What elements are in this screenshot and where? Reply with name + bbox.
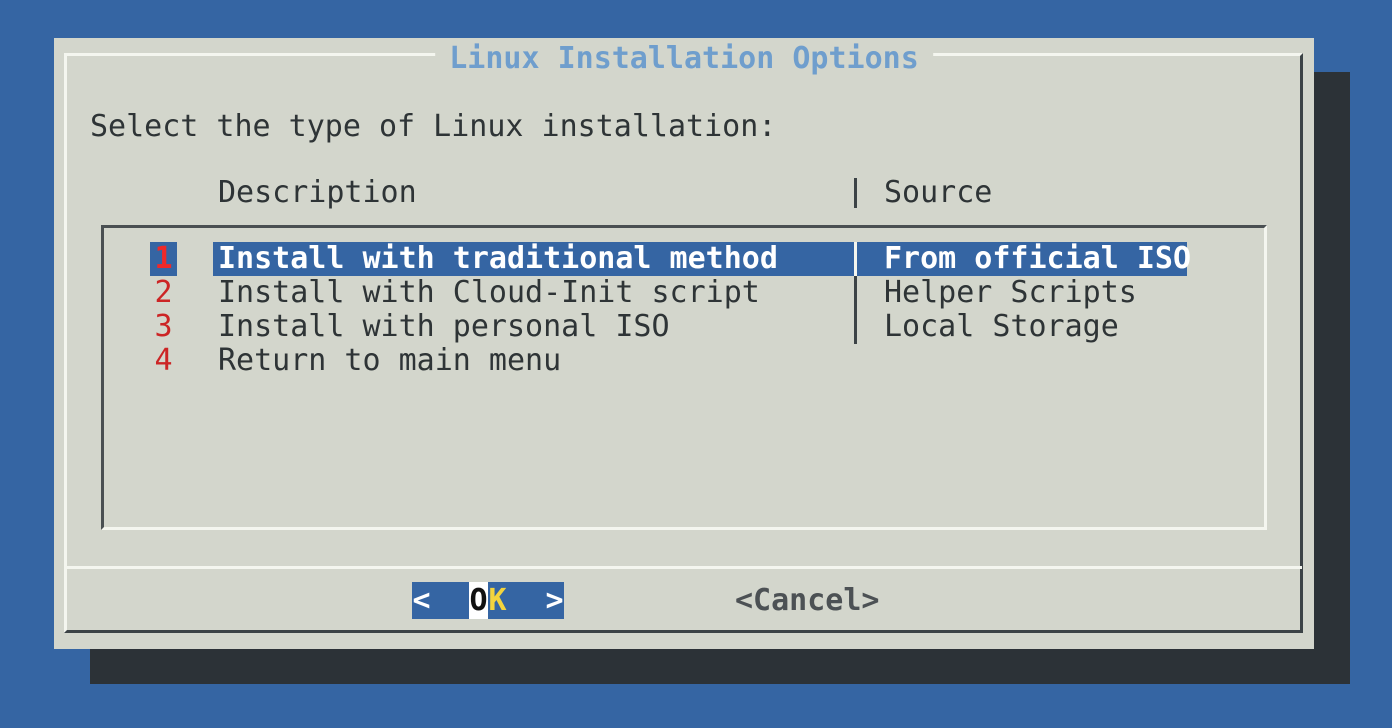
ok-cursor-char: O xyxy=(469,582,488,619)
menu-item-source: Local Storage xyxy=(884,310,1119,344)
column-separator-icon: | xyxy=(854,310,857,344)
dialog-title: Linux Installation Options xyxy=(435,42,933,76)
column-separator-icon: | xyxy=(854,276,857,310)
ok-label-char: K xyxy=(488,582,507,619)
column-header-row: Description | Source xyxy=(54,176,1314,210)
column-header-description: Description xyxy=(218,176,417,210)
column-separator-icon xyxy=(854,344,857,378)
ok-right-bracket: > xyxy=(545,582,564,619)
menu-item-description: Install with personal ISO xyxy=(218,310,670,344)
terminal-screen: Linux Installation Options Select the ty… xyxy=(0,0,1392,728)
menu-item-description: Install with traditional method xyxy=(218,242,778,276)
menu-item-tag: 4 xyxy=(150,344,177,378)
ok-left-bracket: < xyxy=(412,582,431,619)
menu-item-source: From official ISO xyxy=(884,242,1191,276)
installation-options-dialog: Linux Installation Options Select the ty… xyxy=(54,38,1314,649)
menu-item-tag: 3 xyxy=(150,310,177,344)
menu-list: 1 Install with traditional method | From… xyxy=(101,225,1267,530)
menu-item-source: Helper Scripts xyxy=(884,276,1137,310)
menu-item-tag: 1 xyxy=(150,242,177,276)
menu-item-cloud-init-install[interactable]: 2 Install with Cloud-Init script | Helpe… xyxy=(104,276,1264,310)
menu-item-personal-iso-install[interactable]: 3 Install with personal ISO | Local Stor… xyxy=(104,310,1264,344)
menu-item-description: Install with Cloud-Init script xyxy=(218,276,760,310)
ok-button[interactable]: < O K > xyxy=(412,582,564,619)
cancel-button[interactable]: <Cancel> xyxy=(735,582,880,619)
dialog-message: Select the type of Linux installation: xyxy=(90,110,776,144)
menu-item-description: Return to main menu xyxy=(218,344,561,378)
column-separator-icon: | xyxy=(854,242,857,276)
menu-item-return-main-menu[interactable]: 4 Return to main menu xyxy=(104,344,1264,378)
menu-item-traditional-install[interactable]: 1 Install with traditional method | From… xyxy=(104,242,1264,276)
menu-item-tag: 2 xyxy=(150,276,177,310)
column-header-source: Source xyxy=(884,176,992,210)
column-separator-icon: | xyxy=(854,178,857,208)
button-area-separator xyxy=(64,566,1302,569)
